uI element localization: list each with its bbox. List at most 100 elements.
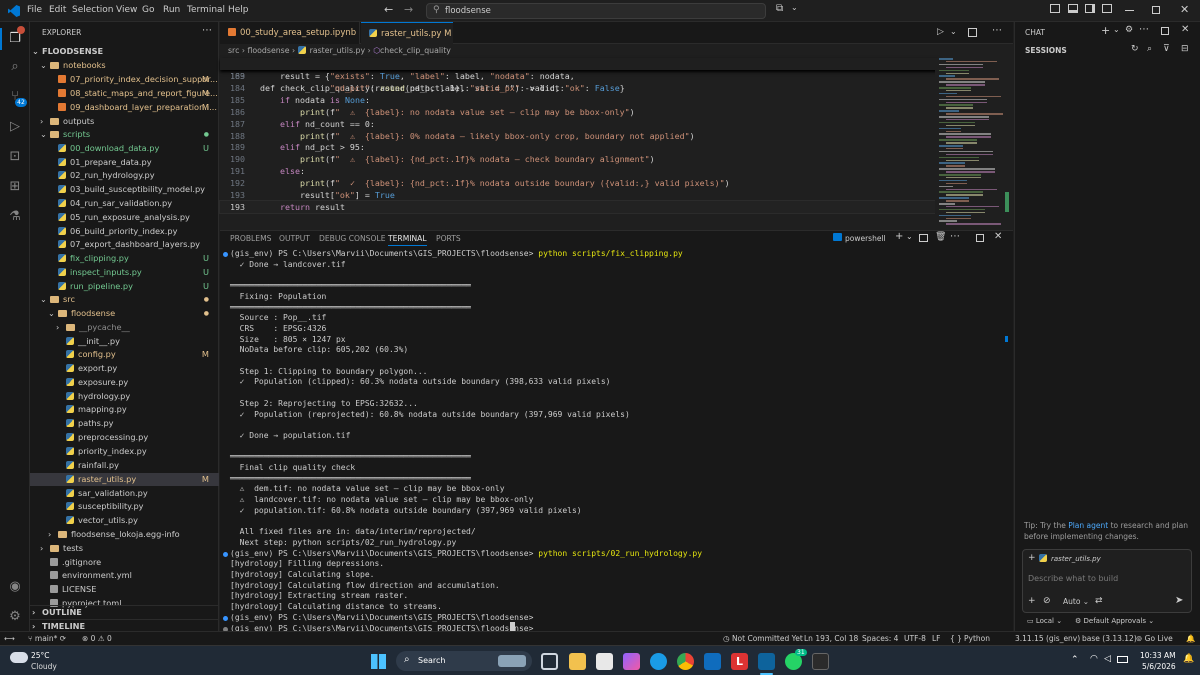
panel-more-icon[interactable]: ⋯ [950, 231, 960, 242]
clock-date[interactable]: 5/6/2026 [1142, 662, 1176, 671]
code-line[interactable]: 193 result["ok"] = True [220, 189, 940, 201]
file-item[interactable]: inspect_inputs.py U [30, 266, 219, 279]
chat-close-icon[interactable]: ✕ [1181, 24, 1189, 35]
task-view-icon[interactable] [541, 653, 558, 670]
add-context-icon[interactable]: + [1028, 553, 1036, 563]
file-item[interactable]: raster_utils.py M [30, 473, 219, 486]
chat-input-box[interactable]: + raster_utils.py Describe what to build… [1022, 549, 1192, 613]
chat-settings-icon[interactable]: ⚙ [1125, 25, 1133, 35]
split-terminal-icon[interactable] [919, 234, 928, 242]
code-line[interactable]: 187 elif nd_count == 0: [220, 118, 940, 130]
file-item[interactable]: LICENSE [30, 583, 219, 596]
close-icon[interactable]: ✕ [1180, 3, 1189, 16]
file-item[interactable]: config.py M [30, 348, 219, 361]
menu-selection[interactable]: Selection [72, 5, 113, 15]
line-ending[interactable]: LF [932, 634, 941, 643]
problems-indicator[interactable]: ⊗ 0 ⚠ 0 [82, 634, 112, 643]
file-item[interactable]: paths.py [30, 417, 219, 430]
search-icon[interactable]: ⌕ [6, 58, 24, 76]
conda-env[interactable]: base (3.13.12) [1082, 634, 1137, 643]
minimap[interactable] [935, 58, 1010, 230]
command-center-search[interactable]: ⚲ floodsense [426, 3, 766, 19]
file-item[interactable]: preprocessing.py [30, 431, 219, 444]
file-item[interactable]: 09_dashboard_layer_preparation.i... M [30, 101, 219, 114]
code-line[interactable]: 188 print(f" ⚠ {label}: 0% nodata — like… [220, 130, 940, 142]
menu-run[interactable]: Run [163, 5, 180, 15]
file-explorer-icon[interactable] [569, 653, 586, 670]
encoding[interactable]: UTF-8 [904, 634, 926, 643]
attach-icon[interactable]: + [1028, 596, 1036, 606]
battery-icon[interactable] [1117, 656, 1128, 663]
chrome-icon[interactable] [677, 653, 694, 670]
code-line[interactable]: 184 "nd_pct": round(nd_pct, 1), "valid_p… [220, 82, 940, 94]
vscode-taskbar-icon[interactable] [758, 653, 775, 670]
editor-more-icon[interactable]: ⋯ [992, 25, 1002, 36]
workspace-root[interactable]: ⌄ FLOODSENSE [30, 45, 219, 58]
volume-icon[interactable]: ◁ [1104, 654, 1111, 664]
sessions-search-icon[interactable]: ⌕ [1147, 44, 1152, 54]
kill-terminal-icon[interactable]: 🗑 [935, 232, 946, 242]
folder-item[interactable]: › outputs [30, 115, 219, 128]
copilot-dropdown-icon[interactable]: ⌄ [791, 3, 798, 12]
layout-sidebar-icon[interactable] [1050, 4, 1060, 13]
file-item[interactable]: 04_run_sar_validation.py [30, 197, 219, 210]
sticky-scroll-header[interactable]: 169 def check_clip_quality(raster_path, … [220, 58, 940, 93]
outline-section[interactable]: › OUTLINE [30, 605, 219, 618]
terminal-scrollbar[interactable] [1005, 336, 1008, 342]
file-item[interactable]: 03_build_susceptibility_model.py [30, 183, 219, 196]
wifi-icon[interactable]: ◠ [1090, 654, 1098, 664]
run-python-icon[interactable]: ▷ [937, 27, 944, 37]
notification-bell-icon[interactable]: 🔔 [1183, 654, 1194, 664]
customize-layout-icon[interactable] [1102, 4, 1112, 13]
breadcrumb-src[interactable]: src [228, 46, 239, 55]
code-line[interactable]: 193 return result [219, 199, 941, 214]
file-item[interactable]: 06_build_priority_index.py [30, 225, 219, 238]
file-item[interactable]: .gitignore [30, 556, 219, 569]
file-item[interactable]: vector_utils.py [30, 514, 219, 527]
clock-time[interactable]: 10:33 AM [1140, 651, 1176, 660]
file-item[interactable]: environment.yml [30, 569, 219, 582]
menu-go[interactable]: Go [142, 5, 154, 15]
restore-icon[interactable] [1152, 6, 1160, 14]
language-braces-icon[interactable]: { } [950, 634, 962, 643]
breadcrumb-symbol[interactable]: check_clip_quality [380, 46, 451, 55]
file-item[interactable]: 00_download_data.py U [30, 142, 219, 155]
folder-item[interactable]: ⌄ floodsense ● [30, 307, 219, 320]
code-line[interactable]: 191 else: [220, 165, 940, 177]
terminal-dropdown-icon[interactable]: ⌄ [906, 232, 913, 241]
notifications-bell-icon[interactable]: 🔔 [1186, 634, 1195, 643]
remote-indicator-icon[interactable]: ⟷ [4, 634, 15, 643]
configure-tools-icon[interactable]: ⇄ [1095, 596, 1103, 606]
minimize-icon[interactable] [1125, 10, 1134, 11]
indentation[interactable]: Spaces: 4 [862, 634, 898, 643]
tab-output[interactable]: OUTPUT [279, 234, 310, 243]
code-line[interactable]: 192 print(f" ✓ {label}: {nd_pct:.1f}% no… [220, 177, 940, 189]
context-chip[interactable]: raster_utils.py [1039, 554, 1101, 563]
folder-item[interactable]: ⌄ notebooks [30, 59, 219, 72]
more-actions-icon[interactable]: ⋯ [202, 25, 212, 36]
filter-icon[interactable]: ⊽ [1163, 44, 1170, 54]
tools-icon[interactable]: ⊘ [1043, 596, 1051, 606]
layout-panel-icon[interactable] [1068, 4, 1078, 13]
back-arrow-icon[interactable]: ← [384, 3, 393, 16]
branch-indicator[interactable]: ⑂ main* ⟳ [28, 634, 66, 643]
tab-notebook[interactable]: 00_study_area_setup.ipynb M [220, 22, 360, 44]
file-item[interactable]: hydrology.py [30, 390, 219, 403]
go-live[interactable]: ⊚ Go Live [1136, 634, 1173, 643]
testing-icon[interactable]: ⚗ [6, 208, 24, 226]
collapse-icon[interactable]: ⊟ [1181, 44, 1189, 54]
new-chat-icon[interactable]: + [1101, 24, 1110, 37]
menu-terminal[interactable]: Terminal [187, 5, 225, 15]
file-item[interactable]: sar_validation.py [30, 487, 219, 500]
tab-debug-console[interactable]: DEBUG CONSOLE [319, 234, 386, 243]
extensions-icon[interactable]: ⊞ [6, 178, 24, 196]
file-item[interactable]: fix_clipping.py U [30, 252, 219, 265]
file-item[interactable]: exposure.py [30, 376, 219, 389]
breadcrumb-floodsense[interactable]: floodsense [247, 46, 289, 55]
run-dropdown-icon[interactable]: ⌄ [950, 27, 957, 36]
new-terminal-icon[interactable]: + [895, 231, 903, 242]
tab-problems[interactable]: PROBLEMS [230, 234, 271, 243]
python-interpreter[interactable]: 3.11.15 (gis_env) [1015, 634, 1080, 643]
settings-gear-icon[interactable]: ⚙ [6, 608, 24, 626]
file-item[interactable]: priority_index.py [30, 445, 219, 458]
